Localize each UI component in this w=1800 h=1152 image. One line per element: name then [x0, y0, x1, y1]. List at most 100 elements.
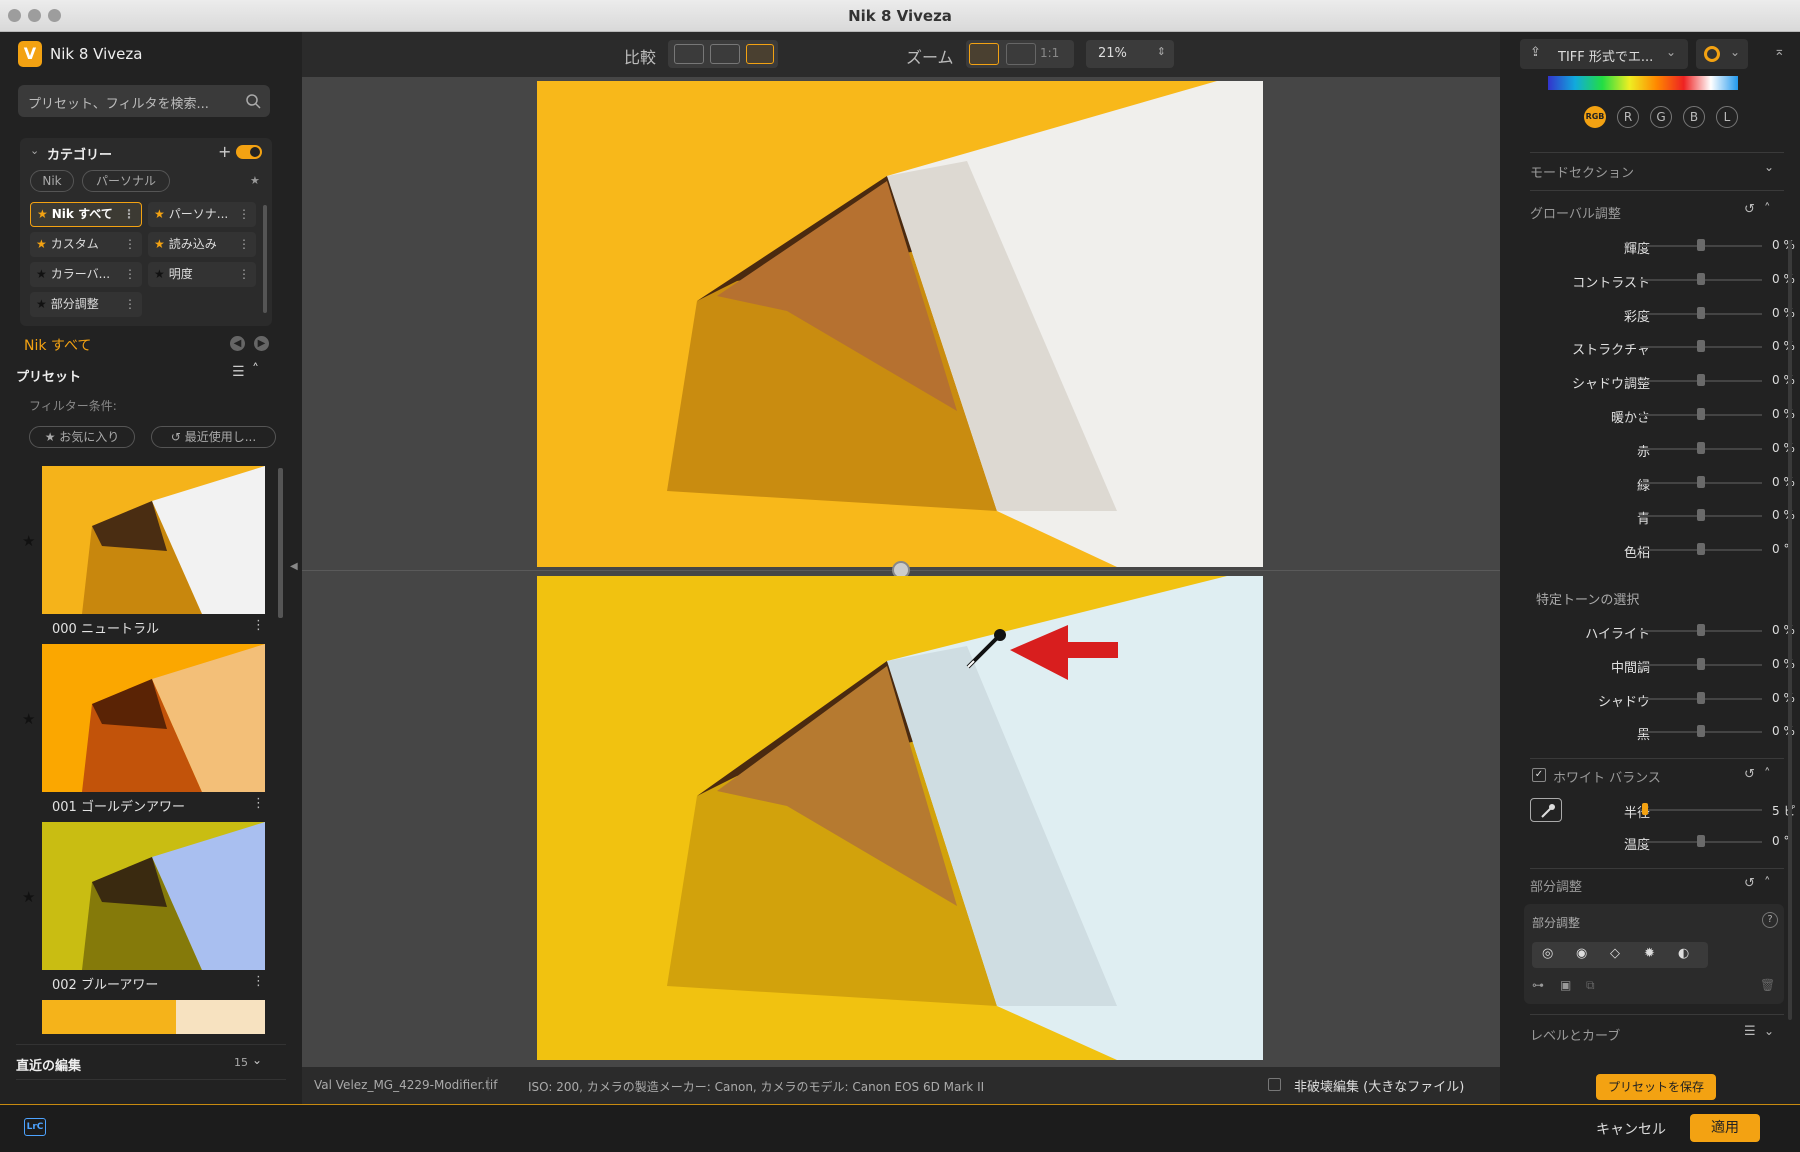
more-icon[interactable]: ⋮	[124, 232, 136, 257]
collapse-top-icon[interactable]: ⌅	[1774, 44, 1785, 59]
slider-handle[interactable]	[1697, 340, 1705, 353]
preset-thumbnail[interactable]	[42, 466, 265, 614]
slider-handle[interactable]	[1697, 624, 1705, 636]
channel-l[interactable]: L	[1716, 106, 1738, 128]
layers-icon[interactable]: ⊶	[1532, 978, 1544, 992]
more-icon[interactable]: ⋮	[238, 202, 250, 227]
collapse-chevron-icon[interactable]: ˄	[1764, 876, 1771, 891]
duplicate-icon[interactable]: ⧉	[1586, 978, 1595, 993]
add-category-icon[interactable]: +	[218, 142, 231, 161]
tag-icon[interactable]: ◇	[1610, 946, 1620, 961]
more-icon[interactable]: ⋮	[238, 262, 250, 287]
save-preset-button[interactable]: プリセットを保存	[1596, 1074, 1716, 1100]
filter-recent-chip[interactable]: ↺ 最近使用し...	[151, 426, 276, 448]
favorite-star-icon[interactable]: ★	[250, 174, 260, 187]
more-icon[interactable]: ⋮	[123, 203, 135, 226]
channel-g[interactable]: G	[1650, 106, 1672, 128]
category-item-brightness[interactable]: ★ 明度 ⋮	[148, 262, 256, 287]
channel-rgb[interactable]: RGB	[1584, 106, 1606, 128]
preview-image[interactable]	[537, 576, 1263, 1060]
reset-icon[interactable]: ↺	[1744, 876, 1755, 891]
control-point-icon[interactable]: ◎	[1542, 946, 1553, 961]
collapse-chevron-icon[interactable]: ˄	[1764, 767, 1771, 782]
category-item-custom[interactable]: ★ カスタム ⋮	[30, 232, 142, 257]
menu-icon[interactable]: ☰	[1744, 1024, 1756, 1039]
category-item-color[interactable]: ★ カラーバ... ⋮	[30, 262, 142, 287]
category-toggle[interactable]	[236, 145, 262, 159]
slider-handle[interactable]	[1697, 408, 1705, 420]
zoom-fill-icon[interactable]	[1006, 43, 1036, 65]
slider-handle[interactable]	[1697, 657, 1705, 670]
chevron-down-icon[interactable]: ⌄	[1764, 160, 1774, 174]
zoom-fit-icon[interactable]	[969, 43, 999, 65]
slider-handle[interactable]	[1697, 691, 1705, 704]
slider-handle[interactable]	[1697, 725, 1705, 738]
preset-thumbnail[interactable]	[42, 822, 265, 970]
star-icon[interactable]: ★	[22, 888, 35, 906]
slider-handle[interactable]	[1697, 835, 1705, 847]
slider-handle[interactable]	[1697, 272, 1705, 285]
chip-nik[interactable]: Nik	[30, 170, 74, 192]
zoom-level-select[interactable]: 21% ⇕	[1086, 40, 1174, 68]
prev-arrow-icon[interactable]: ◀	[230, 336, 245, 351]
channel-r[interactable]: R	[1617, 106, 1639, 128]
apply-button[interactable]: 適用	[1690, 1114, 1760, 1142]
category-item-personal[interactable]: ★ パーソナ... ⋮	[148, 202, 256, 227]
nondestructive-checkbox[interactable]	[1268, 1078, 1281, 1091]
chevron-down-icon[interactable]: ⌄	[1764, 1024, 1774, 1038]
cancel-button[interactable]: キャンセル	[1596, 1119, 1666, 1139]
more-icon[interactable]: ⋮	[252, 618, 265, 633]
collapse-chevron-icon[interactable]: ˄	[1764, 202, 1771, 217]
more-icon[interactable]: ⋮	[252, 974, 265, 989]
mask-icon[interactable]: ▣	[1560, 978, 1571, 992]
preset-thumbnail[interactable]	[42, 644, 265, 792]
preset-scrollbar[interactable]	[278, 468, 283, 618]
more-icon[interactable]: ⋮	[124, 292, 136, 317]
levels-curves-header[interactable]: レベルとカーブ	[1530, 1025, 1620, 1044]
recent-edits-bar[interactable]: 直近の編集 15 ⌄	[16, 1044, 286, 1080]
slider-handle[interactable]	[1697, 239, 1705, 251]
gradient-icon[interactable]: ◐	[1678, 946, 1689, 961]
list-view-icon[interactable]: ☰	[232, 364, 245, 380]
more-icon[interactable]: ⋮	[238, 232, 250, 257]
slider-track[interactable]	[1640, 809, 1762, 811]
filter-favorites-chip[interactable]: ★ お気に入り	[29, 426, 135, 448]
category-item-partial[interactable]: ★ 部分調整 ⋮	[30, 292, 142, 317]
light-icon[interactable]: ✹	[1644, 946, 1655, 961]
right-scrollbar[interactable]	[1788, 240, 1792, 1020]
slider-handle[interactable]	[1697, 543, 1705, 556]
brush-icon[interactable]: ◉	[1576, 946, 1587, 961]
star-icon[interactable]: ★	[22, 710, 35, 728]
more-icon[interactable]: ⋮	[124, 262, 136, 287]
category-scrollbar[interactable]	[263, 205, 267, 313]
slider-handle[interactable]	[1642, 803, 1648, 815]
mode-section-header[interactable]: モードセクション	[1530, 162, 1634, 181]
slider-handle[interactable]	[1697, 374, 1705, 387]
slider-handle[interactable]	[1697, 306, 1705, 319]
collapse-left-icon[interactable]: ◀	[290, 561, 298, 572]
reset-icon[interactable]: ↺	[1744, 767, 1755, 782]
collapse-chevron-icon[interactable]: ˄	[252, 362, 259, 378]
reset-icon[interactable]: ↺	[1744, 202, 1755, 217]
search-input[interactable]: プリセット、フィルタを検索...	[18, 85, 270, 117]
process-menu[interactable]: ⌄	[1696, 39, 1748, 69]
compare-stacked-icon[interactable]	[746, 44, 774, 64]
star-icon[interactable]: ★	[22, 532, 35, 550]
compare-split-icon[interactable]	[710, 44, 740, 64]
next-arrow-icon[interactable]: ▶	[254, 336, 269, 351]
category-item-import[interactable]: ★ 読み込み ⋮	[148, 232, 256, 257]
category-item-nik-all[interactable]: ★ Nik すべて ⋮	[30, 202, 142, 227]
slider-handle[interactable]	[1697, 475, 1705, 488]
trash-icon[interactable]: 🗑	[1760, 978, 1775, 992]
more-icon[interactable]: ⋮	[252, 796, 265, 811]
channel-b[interactable]: B	[1683, 106, 1705, 128]
compare-overlay-icon[interactable]	[674, 44, 704, 64]
slider-handle[interactable]	[1697, 509, 1705, 522]
wb-checkbox[interactable]: ✓	[1532, 768, 1546, 782]
slider-handle[interactable]	[1697, 441, 1705, 454]
help-icon[interactable]: ?	[1762, 912, 1778, 928]
preset-thumbnail[interactable]	[42, 1000, 265, 1034]
zoom-1to1-button[interactable]: 1:1	[1040, 46, 1059, 60]
export-select[interactable]: ⇪ TIFF 形式でエ... ⌄	[1520, 39, 1688, 69]
category-collapse-chevron-icon[interactable]: ⌄	[30, 144, 39, 157]
